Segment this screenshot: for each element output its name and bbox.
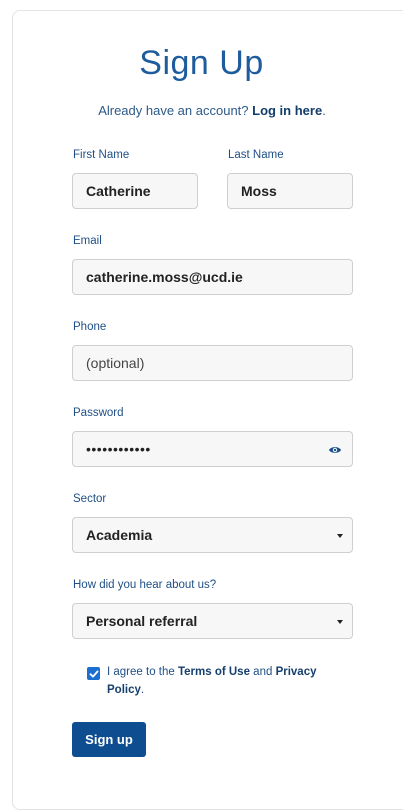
sector-label: Sector <box>73 493 107 505</box>
agree-text: I agree to the Terms of Use and Privacy … <box>107 663 342 699</box>
page-title: Sign Up <box>139 44 264 82</box>
last-name-field[interactable]: Moss <box>227 173 353 209</box>
referral-select[interactable]: Personal referral <box>72 603 353 639</box>
email-value: catherine.moss@ucd.ie <box>86 269 243 285</box>
referral-selected: Personal referral <box>86 613 198 629</box>
phone-label: Phone <box>73 321 107 333</box>
caret-down-icon <box>337 534 343 538</box>
terms-link[interactable]: Terms of Use <box>178 666 250 678</box>
sector-selected: Academia <box>86 527 153 543</box>
eye-icon[interactable] <box>328 443 342 457</box>
sector-select[interactable]: Academia <box>72 517 353 553</box>
email-field[interactable]: catherine.moss@ucd.ie <box>72 259 353 295</box>
caret-down-icon <box>337 620 343 624</box>
agree-checkbox[interactable] <box>87 667 100 680</box>
password-field[interactable]: •••••••••••• <box>72 431 353 467</box>
first-name-label: First Name <box>73 149 130 161</box>
password-masked-value: •••••••••••• <box>86 441 151 457</box>
first-name-value: Catherine <box>86 183 151 199</box>
agree-suffix: . <box>140 684 145 696</box>
signup-button[interactable]: Sign up <box>72 722 146 757</box>
email-label: Email <box>73 235 102 247</box>
last-name-value: Moss <box>241 183 277 199</box>
login-prompt: Already have an account? Log in here. <box>0 103 403 118</box>
referral-label: How did you hear about us? <box>73 579 217 591</box>
agree-prefix: I agree to the <box>107 666 178 678</box>
check-icon <box>89 670 98 677</box>
agree-and: and <box>249 666 276 678</box>
phone-placeholder: (optional) <box>86 355 145 371</box>
login-prompt-period: . <box>322 103 326 118</box>
phone-field[interactable]: (optional) <box>72 345 353 381</box>
login-prompt-text: Already have an account? <box>98 103 253 118</box>
first-name-field[interactable]: Catherine <box>72 173 198 209</box>
last-name-label: Last Name <box>228 149 284 161</box>
login-link[interactable]: Log in here <box>252 103 322 118</box>
password-label: Password <box>73 407 124 419</box>
